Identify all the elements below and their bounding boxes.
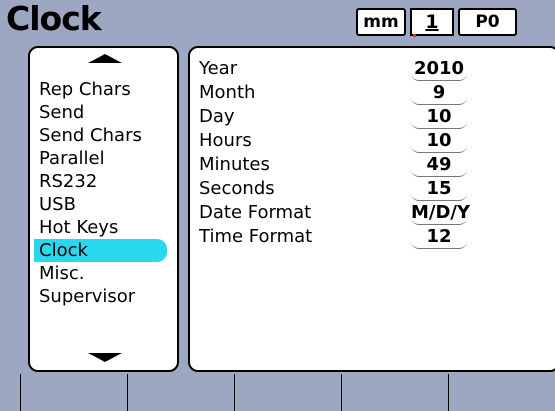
preset-indicator: P0	[458, 8, 517, 36]
setting-label: Time Format	[199, 226, 313, 247]
softkey-4[interactable]	[341, 374, 448, 411]
menu-item-usb[interactable]: USB	[30, 193, 177, 216]
setting-label: Day	[199, 106, 235, 127]
menu-item-parallel[interactable]: Parallel	[30, 147, 177, 170]
setting-label: Year	[199, 58, 238, 79]
menu-item-send[interactable]: Send	[30, 101, 177, 124]
channel-indicator: 1	[410, 8, 454, 36]
year-field[interactable]: 2010	[411, 57, 467, 81]
menu-item-rs232[interactable]: RS232	[30, 170, 177, 193]
menu-item-send-chars[interactable]: Send Chars	[30, 124, 177, 147]
setting-row-date-format[interactable]: Date Format M/D/Y	[199, 201, 539, 225]
setting-row-day[interactable]: Day 10	[199, 105, 539, 129]
minutes-field[interactable]: 49	[411, 153, 467, 177]
month-field[interactable]: 9	[411, 81, 467, 105]
menu-item-clock[interactable]: Clock	[34, 239, 167, 262]
setting-label: Month	[199, 82, 256, 103]
device-screen: Clock mm 1 P0 Rep Chars Send Send Chars …	[0, 0, 555, 411]
setting-row-hours[interactable]: Hours 10	[199, 129, 539, 153]
channel-marker	[413, 34, 416, 37]
menu-item-rep-chars[interactable]: Rep Chars	[30, 78, 177, 101]
setting-row-year[interactable]: Year 2010	[199, 57, 539, 81]
setting-row-time-format[interactable]: Time Format 12	[199, 225, 539, 249]
seconds-field[interactable]: 15	[411, 177, 467, 201]
scroll-down-arrow-icon[interactable]	[88, 353, 122, 362]
menu-list: Rep Chars Send Send Chars Parallel RS232…	[30, 78, 177, 308]
menu-panel: Rep Chars Send Send Chars Parallel RS232…	[28, 46, 179, 372]
page-title: Clock	[6, 0, 102, 38]
setting-label: Date Format	[199, 202, 312, 223]
setting-row-month[interactable]: Month 9	[199, 81, 539, 105]
setting-row-seconds[interactable]: Seconds 15	[199, 177, 539, 201]
day-field[interactable]: 10	[411, 105, 467, 129]
date-format-field[interactable]: M/D/Y	[411, 201, 470, 225]
softkey-bar	[20, 374, 555, 411]
status-bar: mm 1 P0	[356, 8, 517, 36]
softkey-1[interactable]	[20, 374, 127, 411]
menu-item-misc[interactable]: Misc.	[30, 262, 177, 285]
softkey-3[interactable]	[234, 374, 341, 411]
scroll-up-arrow-icon[interactable]	[88, 54, 122, 63]
settings-panel: Year 2010 Month 9 Day 10 Hours 10 Minute…	[188, 46, 555, 372]
setting-row-minutes[interactable]: Minutes 49	[199, 153, 539, 177]
softkey-2[interactable]	[127, 374, 234, 411]
softkey-5[interactable]	[448, 374, 555, 411]
setting-label: Hours	[199, 130, 252, 151]
channel-number: 1	[425, 11, 439, 33]
time-format-field[interactable]: 12	[411, 225, 467, 249]
menu-item-supervisor[interactable]: Supervisor	[30, 285, 177, 308]
menu-item-hot-keys[interactable]: Hot Keys	[30, 216, 177, 239]
setting-label: Seconds	[199, 178, 275, 199]
hours-field[interactable]: 10	[411, 129, 467, 153]
units-indicator: mm	[356, 8, 406, 36]
setting-label: Minutes	[199, 154, 270, 175]
